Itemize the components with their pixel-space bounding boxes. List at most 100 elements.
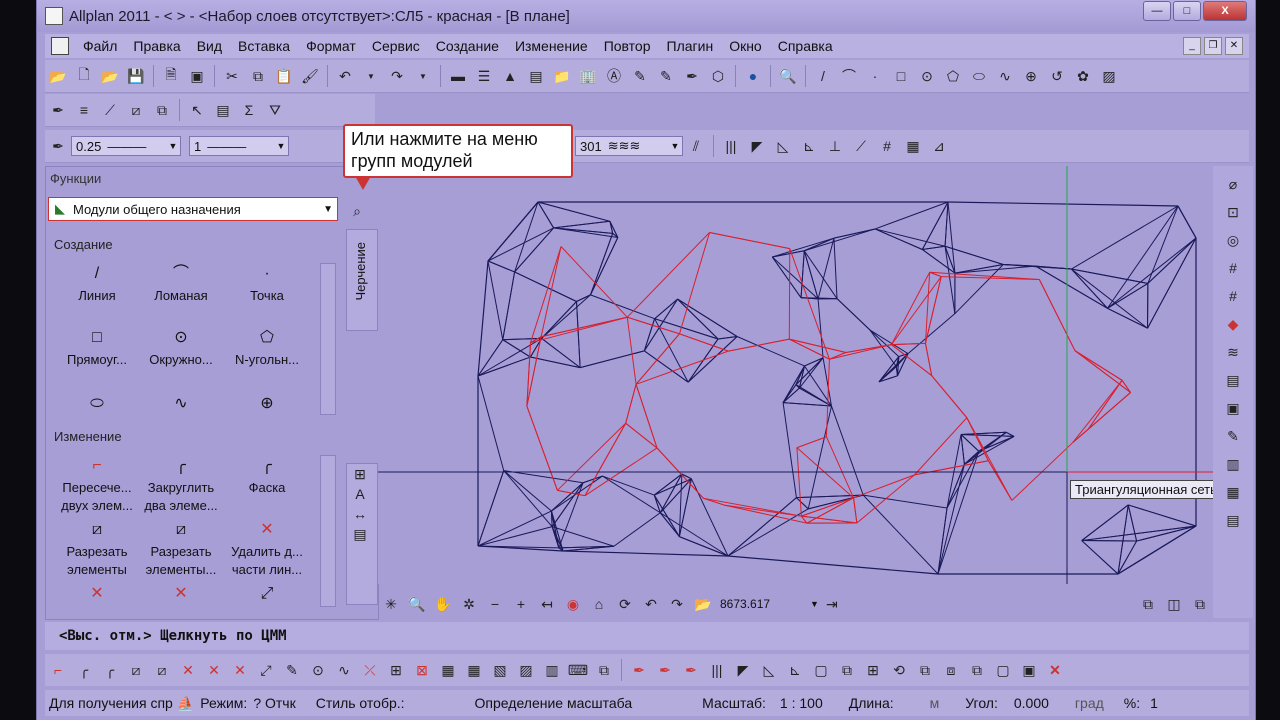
curve-tool-icon[interactable]: ↺ [1047, 66, 1067, 86]
break-line-icon[interactable]: ⟋ [100, 100, 120, 120]
format-props-icon[interactable]: ≡ [74, 100, 94, 120]
line-type-select[interactable]: 1 ——— ▼ [189, 136, 289, 156]
table-icon[interactable]: ⊠ [412, 660, 432, 680]
square-icon[interactable]: ▢ [993, 660, 1013, 680]
rotate-icon[interactable]: ⟲ [889, 660, 909, 680]
copy-icon[interactable]: ⧉ [248, 66, 268, 86]
fill-edit-icon[interactable]: ▥ [542, 660, 562, 680]
maximize-button[interactable]: □ [1173, 1, 1201, 21]
polygon-tool-icon[interactable]: ⬠ [943, 66, 963, 86]
create-scrollbar[interactable] [320, 263, 336, 415]
split-icon[interactable]: ⧄ [126, 660, 146, 680]
zoom-region-icon[interactable]: ⊡ [1223, 202, 1243, 222]
undo-dropdown-icon[interactable]: ▼ [361, 66, 381, 86]
menu-change[interactable]: Изменение [507, 38, 596, 54]
menu-window[interactable]: Окно [721, 38, 770, 54]
hatch-select[interactable]: 301 ≋≋≋ ▼ [575, 136, 683, 156]
binoculars-icon[interactable]: ⌕ [347, 201, 367, 221]
dimension-icon[interactable]: ↔ [350, 504, 370, 524]
eyedropper-format-icon[interactable]: ✒ [48, 136, 68, 156]
select-icon[interactable]: ↖ [187, 100, 207, 120]
chamfer-icon[interactable]: ╭ [100, 660, 120, 680]
matrix-icon[interactable]: ▦ [903, 136, 923, 156]
mirror-icon[interactable]: ⧉ [152, 100, 172, 120]
cube-icon[interactable]: ⬡ [708, 66, 728, 86]
format-painter-icon[interactable]: 🖌 [300, 66, 320, 86]
tool-extra-1[interactable]: ✕ [54, 585, 140, 607]
tool-split-elements-2[interactable]: ⧄ Разрезать элементы... [138, 521, 224, 579]
mirror-icon[interactable]: ⧉ [915, 660, 935, 680]
hatch-edit-icon[interactable]: ▧ [490, 660, 510, 680]
open-view-icon[interactable]: 📂 [693, 594, 713, 614]
chart-icon[interactable]: ▦ [1223, 482, 1243, 502]
tool-split-elements[interactable]: ⧄ Разрезать элементы [54, 521, 140, 579]
copy-view-icon[interactable]: ⧉ [1190, 594, 1210, 614]
tool-fillet[interactable]: ╭ Закруглить два элеме... [138, 457, 224, 515]
menu-edit[interactable]: Правка [125, 38, 188, 54]
doc-minimize-button[interactable]: _ [1183, 37, 1201, 55]
refresh-icon[interactable]: ✲ [459, 594, 479, 614]
tool-spline[interactable]: ∿ [138, 395, 224, 417]
text-frame-icon[interactable]: Ⓐ [604, 66, 624, 86]
tool-symbol[interactable]: ⊕ [224, 395, 310, 417]
grid-icon[interactable]: # [877, 136, 897, 156]
copy-icon[interactable]: ⧉ [967, 660, 987, 680]
pen-thickness-select[interactable]: 0.25 ——— ▼ [71, 136, 181, 156]
drawing-canvas[interactable] [378, 166, 1213, 584]
menu-repeat[interactable]: Повтор [596, 38, 659, 54]
menu-format[interactable]: Формат [298, 38, 364, 54]
edit-pen-icon[interactable]: ✒ [655, 660, 675, 680]
close-icon[interactable]: ✕ [1045, 660, 1065, 680]
eyedropper-icon[interactable]: ✒ [48, 100, 68, 120]
split-icon[interactable]: ⧄ [152, 660, 172, 680]
building-icon[interactable]: 🏢 [578, 66, 598, 86]
ellipse-tool-icon[interactable]: ⬭ [969, 66, 989, 86]
tool-extra-2[interactable]: ✕ [138, 585, 224, 607]
grid-snap-icon[interactable]: # [1223, 258, 1243, 278]
doc-restore-button[interactable]: ❐ [1204, 37, 1222, 55]
module-group-dropdown[interactable]: ◣ Модули общего назначения ▼ [48, 197, 338, 221]
hatch-tool-icon[interactable]: ▨ [1099, 66, 1119, 86]
square-icon[interactable]: ▢ [811, 660, 831, 680]
doc-close-button[interactable]: ✕ [1225, 37, 1243, 55]
tool-chamfer[interactable]: ╭ Фаска [224, 457, 310, 497]
menu-create[interactable]: Создание [428, 38, 507, 54]
pan-hand-icon[interactable]: ✋ [433, 594, 453, 614]
view-arrow-icon[interactable]: ⇥ [822, 594, 842, 614]
redo-dropdown-icon[interactable]: ▼ [413, 66, 433, 86]
cut-icon[interactable]: ✂ [222, 66, 242, 86]
delete-icon[interactable]: ✕ [230, 660, 250, 680]
menu-insert[interactable]: Вставка [230, 38, 298, 54]
sum-icon[interactable]: Σ [239, 100, 259, 120]
scale-icon[interactable]: ⧈ [941, 660, 961, 680]
layer-select-icon[interactable]: ▬ [448, 66, 468, 86]
point-tool-icon[interactable]: · [865, 66, 885, 86]
new-file-icon[interactable]: 🗋 [74, 66, 94, 86]
copy-icon[interactable]: ⧉ [837, 660, 857, 680]
snap-icon[interactable]: ⌀ [1223, 174, 1243, 194]
tool-point[interactable]: · Точка [224, 265, 310, 305]
text-icon[interactable]: A [350, 484, 370, 504]
select-list-icon[interactable]: ▤ [213, 100, 233, 120]
redo-icon[interactable]: ↷ [387, 66, 407, 86]
join-icon[interactable]: ⊞ [386, 660, 406, 680]
help-search-icon[interactable]: 🔍 [778, 66, 798, 86]
move-icon[interactable]: ⊞ [863, 660, 883, 680]
open-project-icon[interactable]: 📂 [48, 66, 68, 86]
tool-circle[interactable]: ⊙ Окружно... [138, 329, 224, 369]
trim-icon[interactable]: ⤫ [360, 660, 380, 680]
tool-line[interactable]: / Линия [54, 265, 140, 305]
highlighter-icon[interactable]: ✎ [630, 66, 650, 86]
globe-icon[interactable]: ● [743, 66, 763, 86]
tool-polyline[interactable]: ⌒ Ломаная [138, 265, 224, 305]
save-icon[interactable]: 💾 [126, 66, 146, 86]
mode-value[interactable]: ? Отчк [253, 695, 295, 711]
layer-edit-icon[interactable]: ✎ [1223, 426, 1243, 446]
edit-pen-icon[interactable]: ✒ [681, 660, 701, 680]
filling-icon[interactable]: ◺ [759, 660, 779, 680]
intersect-icon[interactable]: ⌐ [48, 660, 68, 680]
crosshair-icon[interactable]: ✳ [381, 594, 401, 614]
scale-value[interactable]: 1 : 100 [780, 695, 823, 711]
circle-tool-icon[interactable]: ⊙ [917, 66, 937, 86]
edit-pen-icon[interactable]: ✒ [629, 660, 649, 680]
